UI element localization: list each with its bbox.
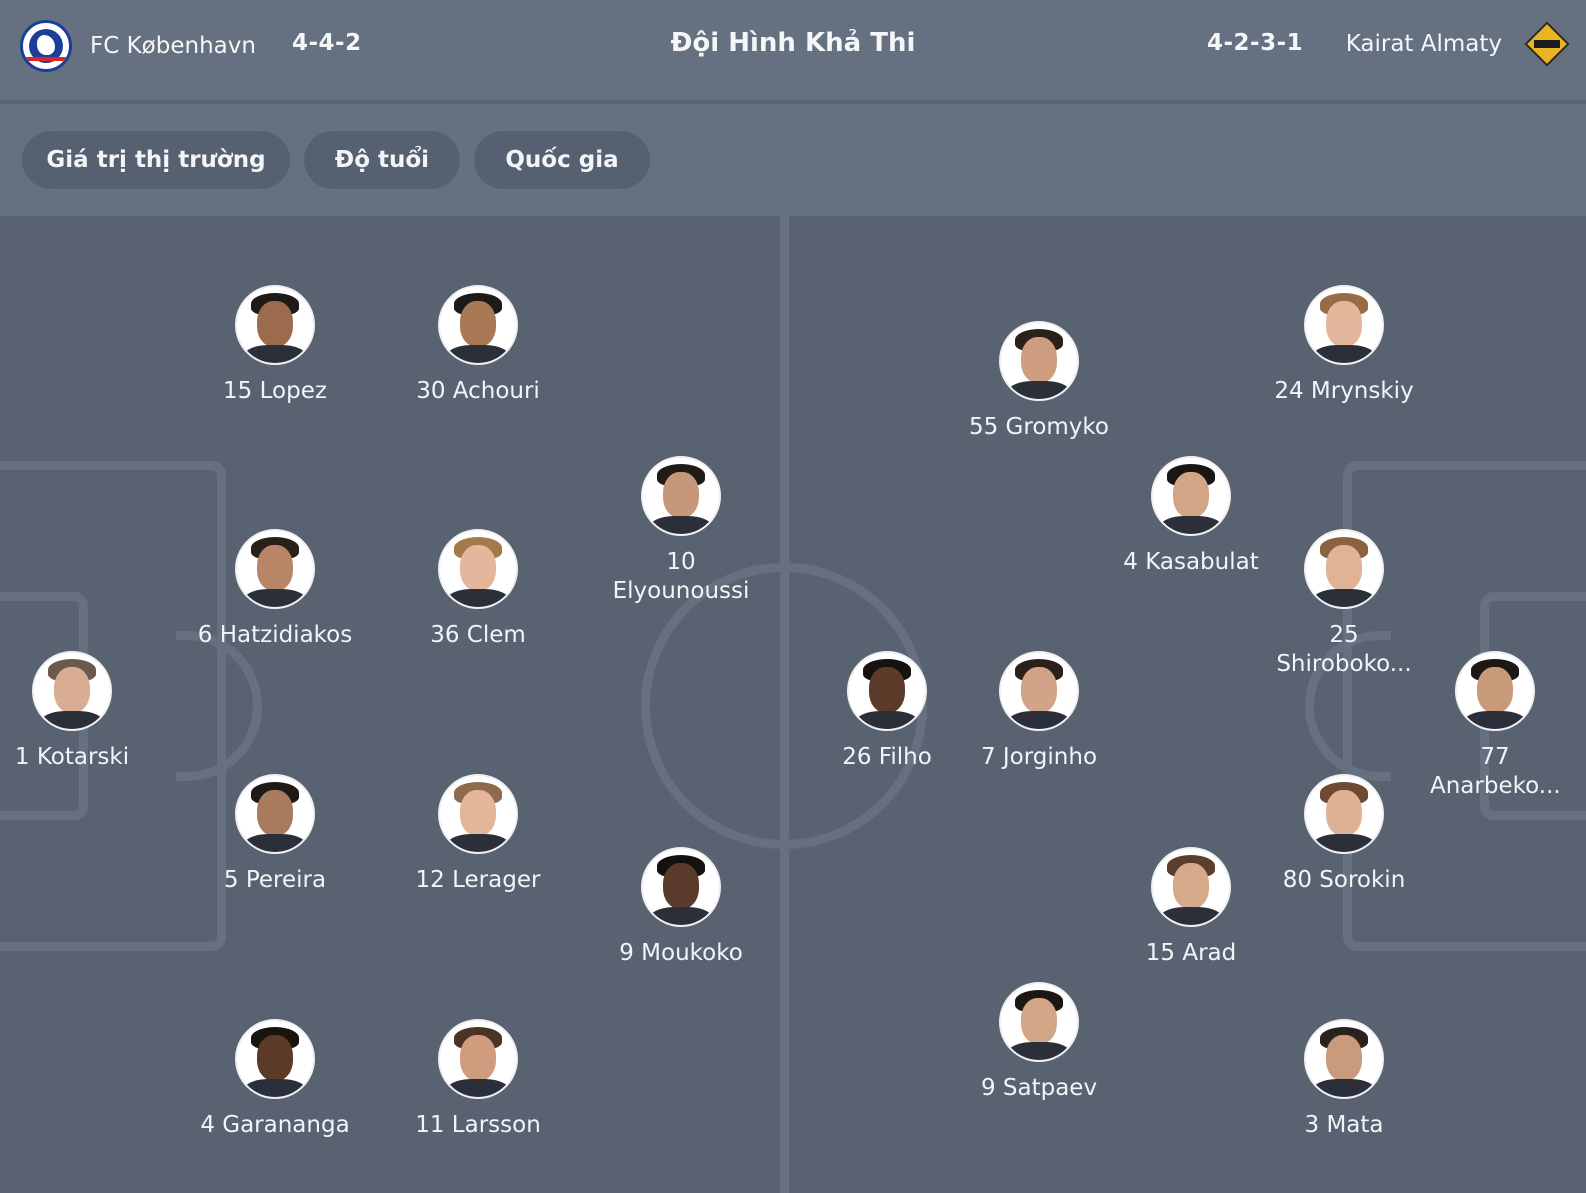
filter-country-button[interactable]: Quốc gia [474,131,650,189]
player-avatar [1304,285,1384,365]
filter-bar: Giá trị thị trường Độ tuổi Quốc gia [0,104,1586,216]
away-player-satpaev[interactable]: 9 Satpaev [954,982,1124,1103]
player-label: 55 Gromyko [968,414,1109,440]
away-player-anarbekov[interactable]: 77 Anarbeko... [1412,651,1578,801]
player-avatar [641,847,721,927]
player-label: 12 Lerager [415,867,541,893]
kairat-almaty-crest-icon [1524,20,1570,68]
player-label: 6 Hatzidiakos [197,622,353,648]
away-player-arad[interactable]: 15 Arad [1106,847,1276,968]
home-player-moukoko[interactable]: 9 Moukoko [596,847,766,968]
away-player-gromyko[interactable]: 55 Gromyko [954,321,1124,442]
player-avatar [438,285,518,365]
player-label: 9 Moukoko [619,940,743,966]
away-player-sorokin[interactable]: 80 Sorokin [1259,774,1429,895]
away-player-shirobokov[interactable]: 25 Shiroboko... [1259,529,1429,679]
player-avatar [235,285,315,365]
away-player-mata[interactable]: 3 Mata [1259,1019,1429,1140]
player-label: 15 Lopez [223,378,327,404]
home-player-lerager[interactable]: 12 Lerager [393,774,563,895]
player-label: 80 Sorokin [1282,867,1406,893]
home-player-hatzidiakos[interactable]: 6 Hatzidiakos [190,529,360,650]
away-player-kasabulat[interactable]: 4 Kasabulat [1106,456,1276,577]
player-avatar [32,651,112,731]
player-avatar [1304,529,1384,609]
player-avatar [438,774,518,854]
player-label: 4 Garananga [200,1112,350,1138]
home-player-achouri[interactable]: 30 Achouri [393,285,563,406]
player-avatar [235,774,315,854]
player-avatar [999,982,1079,1062]
home-player-kotarski[interactable]: 1 Kotarski [0,651,157,772]
player-label: 4 Kasabulat [1123,549,1259,575]
player-avatar [235,529,315,609]
player-label: 5 Pereira [223,867,327,893]
away-team[interactable]: Kairat Almaty [1328,20,1570,68]
player-label: 36 Clem [430,622,526,648]
player-label: 30 Achouri [416,378,540,404]
away-team-name: Kairat Almaty [1345,31,1502,57]
player-avatar [235,1019,315,1099]
player-avatar [999,651,1079,731]
player-label: 3 Mata [1304,1112,1384,1138]
home-player-pereira[interactable]: 5 Pereira [190,774,360,895]
player-avatar [1304,1019,1384,1099]
home-player-larsson[interactable]: 11 Larsson [393,1019,563,1140]
player-avatar [641,456,721,536]
player-label: 10 Elyounoussi [612,549,750,604]
away-player-jorginho[interactable]: 7 Jorginho [954,651,1124,772]
player-label: 1 Kotarski [14,744,130,770]
away-player-mrynskiy[interactable]: 24 Mrynskiy [1259,285,1429,406]
player-label: 26 Filho [842,744,932,770]
player-label: 77 Anarbeko... [1430,744,1561,799]
player-avatar [1151,847,1231,927]
home-player-garananga[interactable]: 4 Garananga [190,1019,360,1140]
player-avatar [1304,774,1384,854]
player-avatar [438,529,518,609]
home-player-lopez[interactable]: 15 Lopez [190,285,360,406]
home-player-elyounoussi[interactable]: 10 Elyounoussi [596,456,766,606]
player-label: 7 Jorginho [980,744,1098,770]
filter-age-button[interactable]: Độ tuổi [304,131,460,189]
player-label: 24 Mrynskiy [1274,378,1414,404]
home-penalty-arc [176,631,262,781]
player-avatar [438,1019,518,1099]
player-avatar [1151,456,1231,536]
player-label: 25 Shiroboko... [1276,622,1412,677]
player-label: 15 Arad [1145,940,1237,966]
lineup-header: FC København 4-4-2 Đội Hình Khả Thi 4-2-… [0,0,1586,102]
player-label: 9 Satpaev [980,1075,1098,1101]
player-avatar [1455,651,1535,731]
filter-market-value-button[interactable]: Giá trị thị trường [22,131,290,189]
home-player-clem[interactable]: 36 Clem [393,529,563,650]
player-avatar [847,651,927,731]
away-player-filho[interactable]: 26 Filho [802,651,972,772]
player-label: 11 Larsson [415,1112,541,1138]
pitch: 15 Lopez 30 Achouri 10 Elyounoussi 6 Hat… [0,216,1586,1193]
away-formation: 4-2-3-1 [1207,30,1304,56]
player-avatar [999,321,1079,401]
